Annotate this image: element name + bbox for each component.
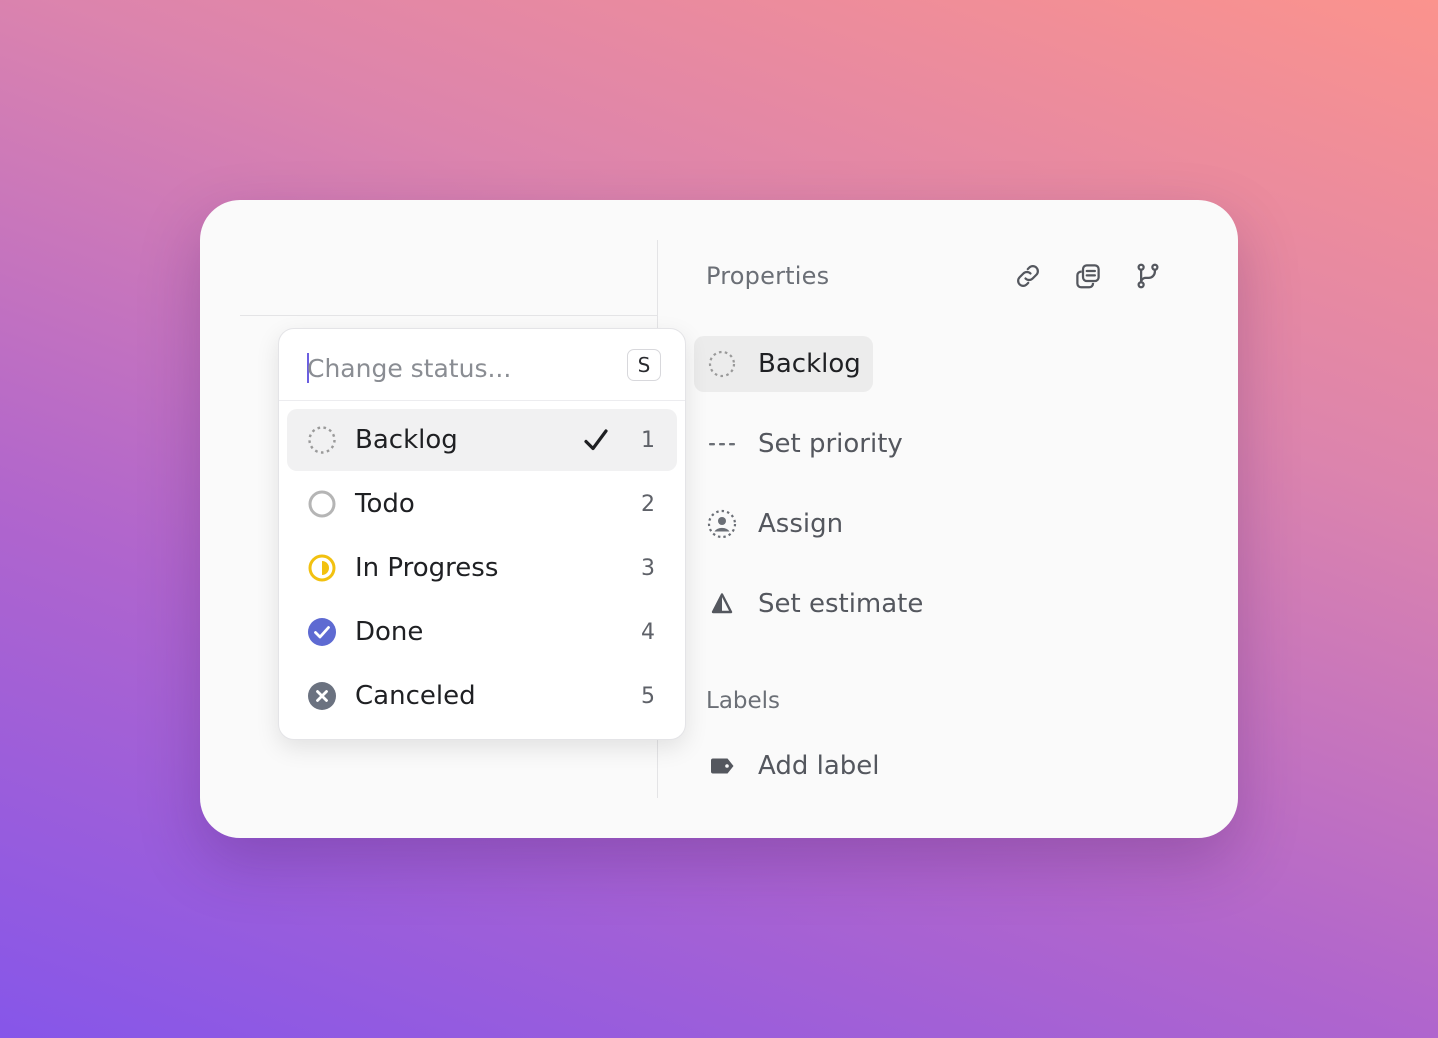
property-estimate[interactable]: Set estimate <box>694 576 935 632</box>
shortcut-key: S <box>627 349 661 381</box>
status-option-done[interactable]: Done 4 <box>287 601 677 663</box>
property-status-label: Backlog <box>758 349 861 379</box>
properties-title: Properties <box>706 262 830 290</box>
todo-circle-icon <box>307 489 337 519</box>
property-priority[interactable]: Set priority <box>694 416 915 472</box>
status-option-canceled[interactable]: Canceled 5 <box>287 665 677 727</box>
tag-icon <box>706 750 738 782</box>
status-search-row: S <box>279 329 685 401</box>
no-priority-icon <box>706 428 738 460</box>
assignee-icon <box>706 508 738 540</box>
status-option-label: Canceled <box>355 681 476 711</box>
status-option-label: Done <box>355 617 424 647</box>
estimate-icon <box>706 588 738 620</box>
labels-title: Labels <box>706 688 781 714</box>
status-search-input[interactable] <box>307 349 607 387</box>
status-option-label: Todo <box>355 489 415 519</box>
status-option-number: 4 <box>641 619 655 645</box>
checkmark-icon <box>581 425 611 455</box>
status-option-number: 2 <box>641 491 655 517</box>
branch-icon[interactable] <box>1130 258 1166 294</box>
in-progress-icon <box>307 553 337 583</box>
property-status[interactable]: Backlog <box>694 336 873 392</box>
property-assignee[interactable]: Assign <box>694 496 855 552</box>
status-option-in-progress[interactable]: In Progress 3 <box>287 537 677 599</box>
canceled-x-icon <box>307 681 337 711</box>
status-option-number: 5 <box>641 683 655 709</box>
add-label-text: Add label <box>758 751 880 781</box>
status-dropdown: S Backlog 1 Todo 2 <box>278 328 686 740</box>
status-option-backlog[interactable]: Backlog 1 <box>287 409 677 471</box>
add-label-button[interactable]: Add label <box>694 738 891 794</box>
issue-properties-card: Properties Backlog Set priority Assign S… <box>200 200 1238 838</box>
backlog-dashed-circle-icon <box>307 425 337 455</box>
status-option-label: In Progress <box>355 553 499 583</box>
backlog-icon <box>706 348 738 380</box>
property-assignee-label: Assign <box>758 509 844 539</box>
copy-icon[interactable] <box>1070 258 1106 294</box>
property-estimate-label: Set estimate <box>758 589 924 619</box>
status-option-number: 1 <box>641 427 655 453</box>
divider-horizontal <box>240 315 658 316</box>
property-priority-label: Set priority <box>758 429 903 459</box>
status-option-number: 3 <box>641 555 655 581</box>
status-option-todo[interactable]: Todo 2 <box>287 473 677 535</box>
status-option-label: Backlog <box>355 425 458 455</box>
link-icon[interactable] <box>1010 258 1046 294</box>
done-check-icon <box>307 617 337 647</box>
